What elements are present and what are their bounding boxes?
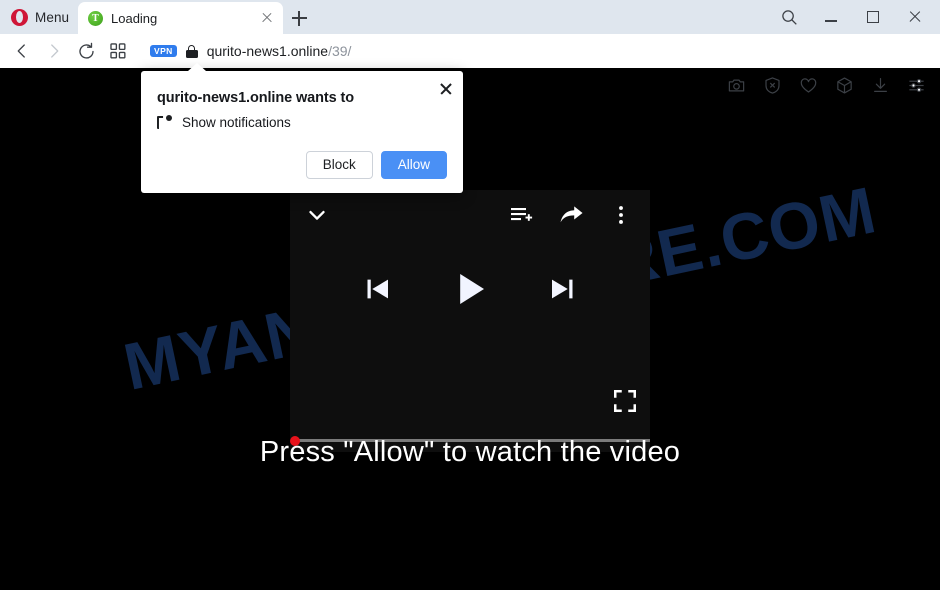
window-controls	[768, 0, 936, 34]
opera-logo-icon	[11, 8, 28, 26]
snapshot-icon[interactable]	[718, 68, 754, 102]
opera-menu-button[interactable]: Menu	[6, 4, 77, 30]
dialog-buttons: Block Allow	[305, 150, 447, 179]
permission-row: Show notifications	[157, 115, 291, 130]
player-top-bar	[290, 190, 650, 240]
tab-islands-button[interactable]	[102, 34, 134, 68]
notification-permission-dialog: qurito-news1.online wants to Show notifi…	[141, 63, 463, 193]
player-transport-controls	[290, 268, 650, 310]
skip-next-icon[interactable]	[547, 274, 577, 304]
back-button[interactable]	[6, 34, 38, 68]
video-player[interactable]	[290, 190, 650, 452]
browser-window: MYANTISPYWARE.COM	[0, 0, 940, 590]
dialog-title: qurito-news1.online wants to	[157, 90, 354, 106]
web3-cube-icon[interactable]	[826, 68, 862, 102]
url-host: qurito-news1.online	[206, 43, 329, 59]
dialog-close-icon[interactable]	[437, 80, 455, 98]
ad-blocker-icon[interactable]	[754, 68, 790, 102]
favicon-letter: T	[92, 12, 99, 24]
notification-icon	[157, 115, 172, 130]
browser-chrome: Menu T Loading VPN qurito-news1.online/3…	[0, 0, 940, 94]
browser-tab[interactable]: T Loading	[78, 2, 283, 34]
skip-previous-icon[interactable]	[363, 274, 393, 304]
search-icon[interactable]	[768, 0, 810, 34]
window-close-icon[interactable]	[894, 0, 936, 34]
heart-icon[interactable]	[790, 68, 826, 102]
fullscreen-icon[interactable]	[612, 388, 638, 414]
dialog-pointer	[188, 63, 206, 71]
maximize-icon[interactable]	[852, 0, 894, 34]
easy-setup-icon[interactable]	[898, 68, 934, 102]
new-tab-button[interactable]	[288, 7, 310, 29]
toolbar-right-icons	[718, 68, 934, 102]
downloads-icon[interactable]	[862, 68, 898, 102]
url-text[interactable]: qurito-news1.online/39/	[207, 43, 352, 59]
tab-favicon-icon: T	[88, 10, 103, 26]
share-arrow-icon[interactable]	[559, 203, 584, 228]
url-path: /39/	[328, 43, 352, 59]
allow-button[interactable]: Allow	[380, 150, 447, 179]
add-to-queue-icon[interactable]	[509, 203, 533, 227]
vpn-badge[interactable]: VPN	[150, 45, 177, 57]
tab-title: Loading	[111, 10, 158, 26]
block-button[interactable]: Block	[305, 150, 373, 179]
minimize-icon[interactable]	[810, 0, 852, 34]
lock-icon[interactable]	[185, 44, 198, 58]
player-top-actions	[509, 203, 632, 228]
menu-button-label: Menu	[35, 9, 70, 25]
play-icon[interactable]	[449, 268, 491, 310]
tab-strip: Menu T Loading	[0, 0, 940, 34]
forward-button	[38, 34, 70, 68]
call-to-action-text: Press "Allow" to watch the video	[259, 436, 681, 468]
address-bar-row: VPN qurito-news1.online/39/	[0, 34, 940, 94]
tab-close-icon[interactable]	[258, 9, 276, 27]
reload-button[interactable]	[70, 34, 102, 68]
permission-label: Show notifications	[182, 115, 291, 130]
kebab-menu-icon[interactable]	[610, 204, 632, 226]
chevron-down-icon[interactable]	[304, 202, 330, 228]
url-area[interactable]: VPN qurito-news1.online/39/	[150, 34, 351, 68]
